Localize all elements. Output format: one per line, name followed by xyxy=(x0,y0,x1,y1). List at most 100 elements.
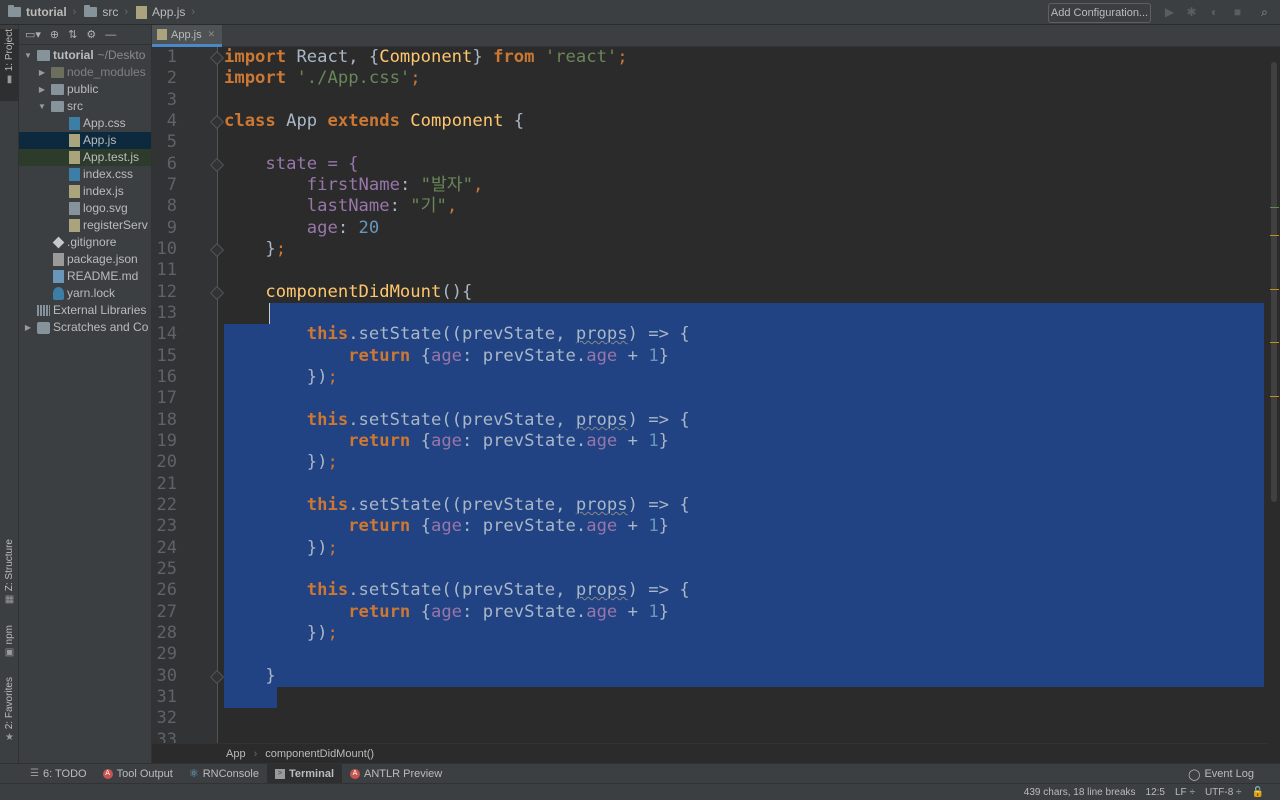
editor-scrollbar[interactable] xyxy=(1268,47,1280,745)
status-bar: 439 chars, 18 line breaks 12:5 LF ÷ UTF-… xyxy=(0,783,1280,800)
warning-marker[interactable] xyxy=(1270,396,1279,397)
nav-crumb-folder[interactable]: src › xyxy=(76,0,128,25)
debug-icon[interactable]: ✱ xyxy=(1185,6,1198,19)
view-selector-icon[interactable]: ▭▾ xyxy=(25,28,41,41)
tree-item-public[interactable]: ▶ public xyxy=(19,81,151,98)
event-log-button[interactable]: ◯ Event Log xyxy=(1188,764,1254,784)
js-file-icon xyxy=(69,219,80,232)
js-file-icon xyxy=(69,134,80,147)
code-line-1: import React, {Component} from 'react'; xyxy=(224,47,628,67)
fold-marker-icon[interactable] xyxy=(209,285,225,300)
tool-terminal[interactable]: > Terminal xyxy=(266,763,342,784)
file-encoding[interactable]: UTF-8 ÷ xyxy=(1205,787,1242,798)
hide-icon[interactable]: — xyxy=(105,29,116,41)
line-number: 14 xyxy=(156,324,177,345)
fold-marker-icon[interactable] xyxy=(209,157,225,172)
scroll-thumb[interactable] xyxy=(1271,62,1277,502)
json-file-icon xyxy=(53,253,64,266)
structure-tool-tab[interactable]: Z: Structure ▦ xyxy=(0,539,19,619)
fold-marker-icon[interactable] xyxy=(209,669,225,684)
list-icon: ☰ xyxy=(30,768,39,779)
left-tool-strip: 1: Project ▮ Z: Structure ▦ npm ▣ 2: Favori… xyxy=(0,25,19,763)
folder-icon: ▮ xyxy=(6,74,13,86)
tool-antlr-preview[interactable]: A ANTLR Preview xyxy=(342,764,450,784)
line-number: 1 xyxy=(166,47,177,67)
tree-item-gitignore[interactable]: .gitignore xyxy=(19,234,151,251)
line-number: 22 xyxy=(156,494,177,515)
project-tool-tab[interactable]: 1: Project ▮ xyxy=(0,29,19,101)
caret-position[interactable]: 12:5 xyxy=(1146,787,1165,798)
yarn-icon xyxy=(53,287,64,300)
line-number-gutter: 1 2 3 4 5 6 7 8 9 10 11 12 13 14 15 16 17 18 19 20 21 22 23 24 2… xyxy=(152,47,225,750)
tree-item-logo-svg[interactable]: logo.svg xyxy=(19,200,151,217)
fold-marker-icon[interactable] xyxy=(209,114,225,130)
folder-icon xyxy=(37,50,50,61)
line-number: 3 xyxy=(166,89,177,110)
breadcrumb-method[interactable]: componentDidMount() xyxy=(265,748,374,760)
tree-item-src[interactable]: ▼ src xyxy=(19,98,151,115)
tree-item-app-css[interactable]: App.css xyxy=(19,115,151,132)
search-everywhere-icon[interactable]: ⌕ xyxy=(1258,6,1271,19)
collapse-icon[interactable]: ⇅ xyxy=(68,28,77,41)
nav-crumb-project[interactable]: tutorial › xyxy=(0,0,76,25)
tool-rnconsole[interactable]: ⚛ RNConsole xyxy=(181,764,267,784)
line-number: 12 xyxy=(156,281,177,302)
css-file-icon xyxy=(69,168,80,181)
coverage-icon[interactable]: ◐ xyxy=(1208,6,1221,19)
test-file-icon xyxy=(69,151,80,164)
tool-todo[interactable]: ☰ 6: TODO xyxy=(22,764,95,784)
npm-tool-tab[interactable]: npm ▣ xyxy=(0,625,19,667)
tree-item-index-css[interactable]: index.css xyxy=(19,166,151,183)
warning-marker[interactable] xyxy=(1270,289,1279,290)
line-number: 9 xyxy=(166,217,177,238)
js-file-icon xyxy=(136,5,148,19)
event-log-icon: ◯ xyxy=(1188,768,1201,781)
run-icon[interactable]: ▶ xyxy=(1163,6,1176,19)
code-editor[interactable]: import React, {Component} from 'react'; … xyxy=(224,47,1264,747)
tree-item-index-js[interactable]: index.js xyxy=(19,183,151,200)
close-icon[interactable]: ✕ xyxy=(208,29,216,40)
code-line-15: return {age: prevState.age + 1} xyxy=(348,346,670,366)
gear-icon[interactable]: ⚙ xyxy=(86,28,96,41)
code-line-10: }; xyxy=(224,239,287,259)
line-number: 10 xyxy=(156,238,177,259)
change-marker[interactable] xyxy=(1270,207,1279,208)
locate-icon[interactable]: ⊕ xyxy=(50,28,59,41)
tree-item-scratches[interactable]: ▶ Scratches and Co xyxy=(19,319,151,336)
tree-item-app-test-js[interactable]: App.test.js xyxy=(19,149,151,166)
structure-icon: ▦ xyxy=(4,594,15,606)
warning-marker[interactable] xyxy=(1270,235,1279,236)
tree-item-register-serv[interactable]: registerServ xyxy=(19,217,151,234)
line-number: 4 xyxy=(166,110,177,131)
line-number: 13 xyxy=(156,302,177,323)
js-file-icon xyxy=(157,29,167,40)
fold-marker-icon[interactable] xyxy=(209,50,225,66)
code-line-22: this.setState((prevState, props) => { xyxy=(306,495,690,515)
project-panel-toolbar: ▭▾ ⊕ ⇅ ⚙ — xyxy=(19,25,151,45)
tree-item-readme[interactable]: README.md xyxy=(19,268,151,285)
breadcrumb-class[interactable]: App xyxy=(226,748,246,760)
lock-icon[interactable]: 🔓 xyxy=(1252,787,1264,798)
code-line-12: componentDidMount(){ xyxy=(265,282,473,302)
line-separator[interactable]: LF ÷ xyxy=(1175,787,1195,798)
tree-item-external-libraries[interactable]: External Libraries xyxy=(19,302,151,319)
terminal-icon: > xyxy=(274,768,285,779)
code-line-26: this.setState((prevState, props) => { xyxy=(306,580,690,600)
editor-area: App.js ✕ 1 2 3 4 5 6 7 8 9 10 11 12 13 14 15 16 17 18 19 20 2… xyxy=(152,25,1280,763)
add-configuration-button[interactable]: Add Configuration... xyxy=(1048,3,1151,23)
tree-item-root[interactable]: ▼ tutorial ~/Deskto xyxy=(19,47,151,64)
fold-marker-icon[interactable] xyxy=(209,242,225,258)
scratches-icon xyxy=(37,321,50,334)
tab-app-js[interactable]: App.js ✕ xyxy=(152,25,222,47)
js-file-icon xyxy=(69,185,80,198)
nav-crumb-file[interactable]: App.js › xyxy=(128,0,195,25)
stop-icon[interactable]: ■ xyxy=(1231,6,1244,19)
tree-item-package-json[interactable]: package.json xyxy=(19,251,151,268)
tool-output[interactable]: A Tool Output xyxy=(95,764,181,784)
markdown-file-icon xyxy=(53,270,64,283)
tree-item-yarn-lock[interactable]: yarn.lock xyxy=(19,285,151,302)
warning-marker[interactable] xyxy=(1270,342,1279,343)
tree-item-node-modules[interactable]: ▶ node_modules xyxy=(19,64,151,81)
favorites-tool-tab[interactable]: 2: Favorites ★ xyxy=(0,677,19,757)
tree-item-app-js[interactable]: App.js xyxy=(19,132,151,149)
